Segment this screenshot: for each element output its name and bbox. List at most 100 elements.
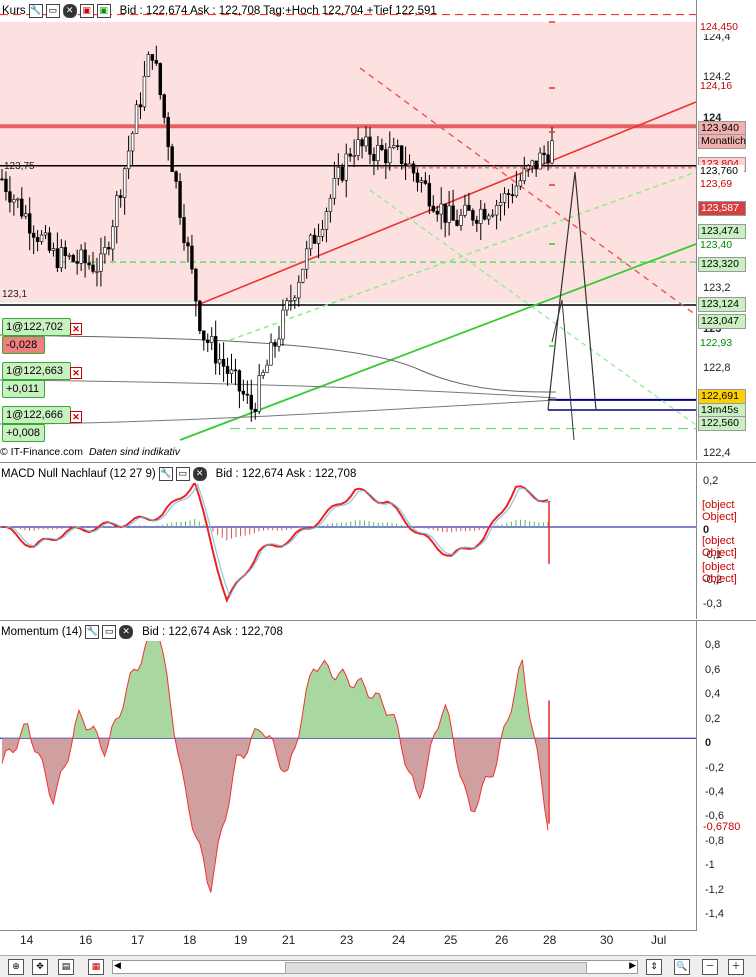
zoom-out-icon[interactable]: －	[702, 959, 718, 975]
candle-body	[407, 163, 412, 167]
candle-body	[134, 104, 139, 134]
chart-type-icon[interactable]: ▦	[88, 959, 104, 975]
y-tick: 123,2	[703, 282, 731, 294]
candle-body	[293, 297, 297, 301]
order-pnl-3: +0,008	[2, 424, 45, 442]
candle-body	[122, 168, 127, 198]
candle-body	[166, 117, 170, 148]
candle-body	[198, 300, 202, 332]
close-icon[interactable]: ✕	[192, 467, 207, 481]
order-cancel-icon[interactable]: ✕	[70, 411, 82, 423]
macd-axis: 0,2 0 -0,1 -0,2 -0,3 [object Object] [ob…	[696, 462, 756, 619]
scroll-left-icon[interactable]: ◀	[114, 960, 121, 971]
candle-body	[221, 358, 226, 367]
candle-body	[514, 185, 519, 197]
y-tick: 0,2	[703, 475, 719, 487]
window-icon[interactable]: ▭	[102, 625, 117, 639]
candle-body	[285, 300, 289, 311]
x-tick: 17	[131, 933, 145, 947]
candle-body	[392, 145, 396, 148]
candle-body	[206, 339, 210, 343]
candle-body	[119, 195, 123, 198]
order-sell-icon[interactable]: ▣	[79, 4, 94, 18]
window-icon[interactable]: ▭	[175, 467, 190, 481]
x-tick: 24	[392, 933, 406, 947]
wrench-icon[interactable]: 🔧	[28, 4, 43, 18]
price-tag: 122,560	[698, 416, 746, 431]
candle-body	[332, 178, 337, 199]
print-icon[interactable]: ▤	[58, 959, 74, 975]
candle-body	[506, 193, 511, 195]
macd-tag: [object Object]	[702, 561, 737, 585]
candle-body	[538, 152, 542, 170]
candle-body	[67, 254, 71, 257]
momentum-pane[interactable]: Momentum (14) 🔧 ▭ ✕ Bid : 122,674 Ask : …	[0, 620, 696, 931]
x-tick: 25	[444, 933, 458, 947]
order-label-3[interactable]: 1@122,666	[2, 406, 71, 424]
price-tag: 122,93	[698, 337, 744, 350]
candle-body	[494, 205, 499, 216]
price-tag: 123,40	[698, 239, 744, 252]
order-label-2[interactable]: 1@122,663	[2, 362, 71, 380]
candle-body	[75, 261, 79, 264]
price-pane[interactable]: Kurs 🔧 ▭ ✕ ▣ ▣ Bid : 122,674 Ask : 122,7…	[0, 0, 696, 460]
zoom-in-icon[interactable]: ⊕	[8, 959, 24, 975]
order-label-1[interactable]: 1@122,702	[2, 318, 71, 336]
zoom-plus-icon[interactable]: ＋	[728, 959, 744, 975]
wrench-icon[interactable]: 🔧	[85, 625, 100, 639]
macd-pane[interactable]: MACD Null Nachlauf (12 27 9) 🔧 ▭ ✕ Bid :…	[0, 462, 696, 619]
candle-body	[324, 211, 329, 230]
candle-body	[443, 203, 447, 223]
candle-body	[447, 205, 451, 223]
candle-body	[87, 262, 91, 266]
left-label-mid: 123,1	[2, 289, 28, 300]
candle-body	[419, 180, 424, 183]
order-pnl-1: -0,028	[2, 336, 45, 354]
candle-body	[328, 197, 333, 212]
price-chart[interactable]	[0, 0, 696, 460]
order-cancel-icon[interactable]: ✕	[70, 367, 82, 379]
candle-body	[308, 234, 313, 250]
candle-body	[273, 342, 277, 347]
momentum-chart[interactable]	[0, 621, 696, 931]
candle-body	[130, 133, 135, 152]
order-buy-icon[interactable]: ▣	[96, 4, 111, 18]
candle-body	[411, 163, 416, 174]
window-icon[interactable]: ▭	[45, 4, 60, 18]
macd-quote: Bid : 122,674 Ask : 122,708	[215, 468, 357, 480]
candle-body	[16, 198, 20, 201]
y-tick: 0	[705, 737, 712, 749]
close-icon[interactable]: ✕	[119, 625, 134, 639]
wrench-icon[interactable]: 🔧	[158, 467, 173, 481]
close-icon[interactable]: ✕	[62, 4, 77, 18]
candle-body	[8, 191, 12, 203]
price-tag: 124,450	[698, 21, 744, 34]
candle-body	[269, 342, 273, 366]
candle-body	[312, 234, 317, 244]
candle-body	[403, 163, 408, 167]
crosshair-icon[interactable]: ✥	[32, 959, 48, 975]
candle-body	[427, 183, 432, 207]
candle-body	[182, 217, 186, 243]
time-scrollbar[interactable]: ◀ ▶	[112, 960, 638, 974]
momentum-quote: Bid : 122,674 Ask : 122,708	[142, 626, 283, 638]
scroll-thumb[interactable]	[285, 962, 587, 974]
magnifier-icon[interactable]: 🔍	[674, 959, 690, 975]
candle-body	[479, 208, 483, 224]
order-pnl-2: +0,011	[2, 380, 45, 398]
candle-body	[31, 232, 36, 238]
candle-body	[320, 229, 325, 237]
macd-chart[interactable]	[0, 463, 696, 619]
candle-body	[439, 203, 443, 215]
scroll-right-icon[interactable]: ▶	[629, 960, 636, 971]
y-tick: 0,6	[705, 664, 721, 676]
candle-body	[356, 139, 360, 156]
momentum-toolbar: Momentum (14) 🔧 ▭ ✕ Bid : 122,674 Ask : …	[0, 623, 283, 641]
price-tag: Monatlich	[698, 134, 746, 149]
candle-body	[265, 364, 269, 373]
order-cancel-icon[interactable]: ✕	[70, 323, 82, 335]
zoom-range-icon[interactable]: ⇕	[646, 959, 662, 975]
candle-body	[194, 268, 198, 302]
price-tag: 123,047	[698, 314, 746, 329]
candle-body	[233, 369, 238, 372]
